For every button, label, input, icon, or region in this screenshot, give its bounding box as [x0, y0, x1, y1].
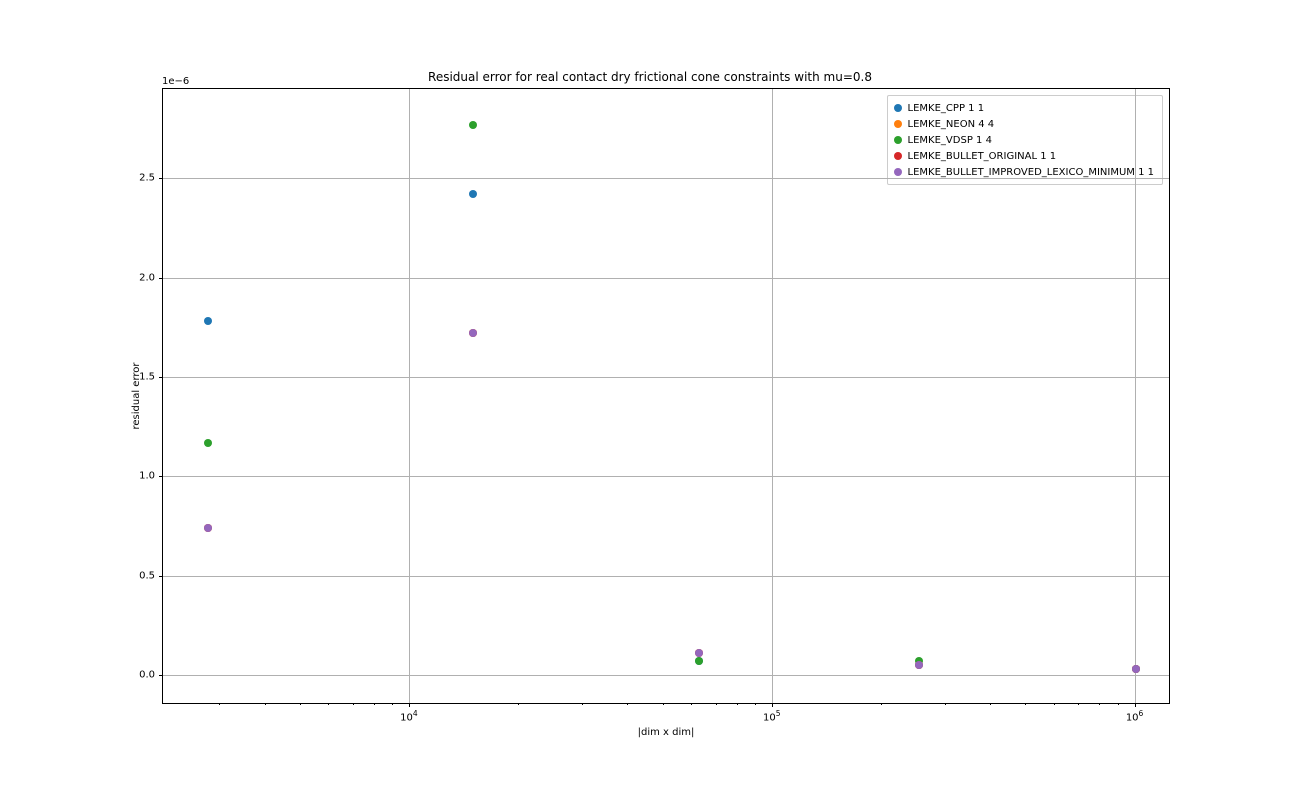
- x-minor-tick: [627, 703, 628, 705]
- legend-label: LEMKE_NEON 4 4: [908, 119, 995, 130]
- x-tick-label: 104: [400, 709, 418, 723]
- x-minor-tick: [990, 703, 991, 705]
- y-tick: [159, 476, 163, 477]
- y-tick: [159, 178, 163, 179]
- legend-label: LEMKE_BULLET_ORIGINAL 1 1: [908, 151, 1057, 162]
- x-minor-tick: [663, 703, 664, 705]
- data-point: [469, 190, 477, 198]
- x-minor-tick: [582, 703, 583, 705]
- y-gridline: [163, 377, 1169, 378]
- x-minor-tick: [374, 703, 375, 705]
- x-minor-tick: [691, 703, 692, 705]
- chart-title: Residual error for real contact dry fric…: [0, 70, 1300, 84]
- y-tick-label: 2.0: [139, 272, 155, 283]
- x-tick: [1135, 703, 1136, 707]
- x-minor-tick: [1078, 703, 1079, 705]
- data-point: [204, 317, 212, 325]
- data-point: [204, 439, 212, 447]
- data-point: [469, 329, 477, 337]
- y-gridline: [163, 675, 1169, 676]
- y-tick: [159, 278, 163, 279]
- x-gridline: [1135, 89, 1136, 703]
- legend-entry: LEMKE_BULLET_ORIGINAL 1 1: [894, 148, 1154, 164]
- x-tick: [409, 703, 410, 707]
- x-gridline: [772, 89, 773, 703]
- y-gridline: [163, 178, 1169, 179]
- data-point: [204, 524, 212, 532]
- y-tick-label: 0.0: [139, 670, 155, 681]
- x-minor-tick: [300, 703, 301, 705]
- data-point: [469, 121, 477, 129]
- legend-label: LEMKE_BULLET_IMPROVED_LEXICO_MINIMUM 1 1: [908, 167, 1154, 178]
- y-tick-label: 1.5: [139, 372, 155, 383]
- legend-entry: LEMKE_CPP 1 1: [894, 100, 1154, 116]
- x-minor-tick: [265, 703, 266, 705]
- x-minor-tick: [1025, 703, 1026, 705]
- y-tick: [159, 576, 163, 577]
- legend-marker-icon: [894, 168, 902, 176]
- data-point: [695, 657, 703, 665]
- axes-area: residual error |dim x dim| LEMKE_CPP 1 1…: [162, 88, 1170, 704]
- legend-marker-icon: [894, 104, 902, 112]
- legend-entry: LEMKE_VDSP 1 4: [894, 132, 1154, 148]
- x-minor-tick: [1054, 703, 1055, 705]
- x-minor-tick: [1099, 703, 1100, 705]
- x-minor-tick: [328, 703, 329, 705]
- y-tick-label: 2.5: [139, 173, 155, 184]
- data-point: [915, 661, 923, 669]
- x-tick-label: 106: [1126, 709, 1144, 723]
- y-gridline: [163, 576, 1169, 577]
- x-minor-tick: [392, 703, 393, 705]
- x-gridline: [409, 89, 410, 703]
- legend-entry: LEMKE_NEON 4 4: [894, 116, 1154, 132]
- legend-label: LEMKE_VDSP 1 4: [908, 135, 992, 146]
- legend-marker-icon: [894, 120, 902, 128]
- x-tick-label: 105: [763, 709, 781, 723]
- y-tick-label: 1.0: [139, 471, 155, 482]
- data-point: [1132, 665, 1140, 673]
- y-tick: [159, 377, 163, 378]
- legend-marker-icon: [894, 136, 902, 144]
- x-minor-tick: [353, 703, 354, 705]
- x-minor-tick: [518, 703, 519, 705]
- y-gridline: [163, 476, 1169, 477]
- legend-label: LEMKE_CPP 1 1: [908, 103, 985, 114]
- x-minor-tick: [737, 703, 738, 705]
- legend-marker-icon: [894, 152, 902, 160]
- x-minor-tick: [219, 703, 220, 705]
- y-tick-label: 0.5: [139, 570, 155, 581]
- x-tick: [772, 703, 773, 707]
- y-tick: [159, 675, 163, 676]
- legend: LEMKE_CPP 1 1 LEMKE_NEON 4 4 LEMKE_VDSP 1 …: [887, 95, 1163, 185]
- x-axis-label: |dim x dim|: [163, 727, 1169, 738]
- x-minor-tick: [881, 703, 882, 705]
- y-axis-offset-text: 1e−6: [162, 76, 189, 87]
- x-minor-tick: [1118, 703, 1119, 705]
- x-minor-tick: [755, 703, 756, 705]
- figure-root: Residual error for real contact dry fric…: [0, 0, 1300, 800]
- x-minor-tick: [716, 703, 717, 705]
- x-minor-tick: [945, 703, 946, 705]
- data-point: [695, 649, 703, 657]
- y-gridline: [163, 278, 1169, 279]
